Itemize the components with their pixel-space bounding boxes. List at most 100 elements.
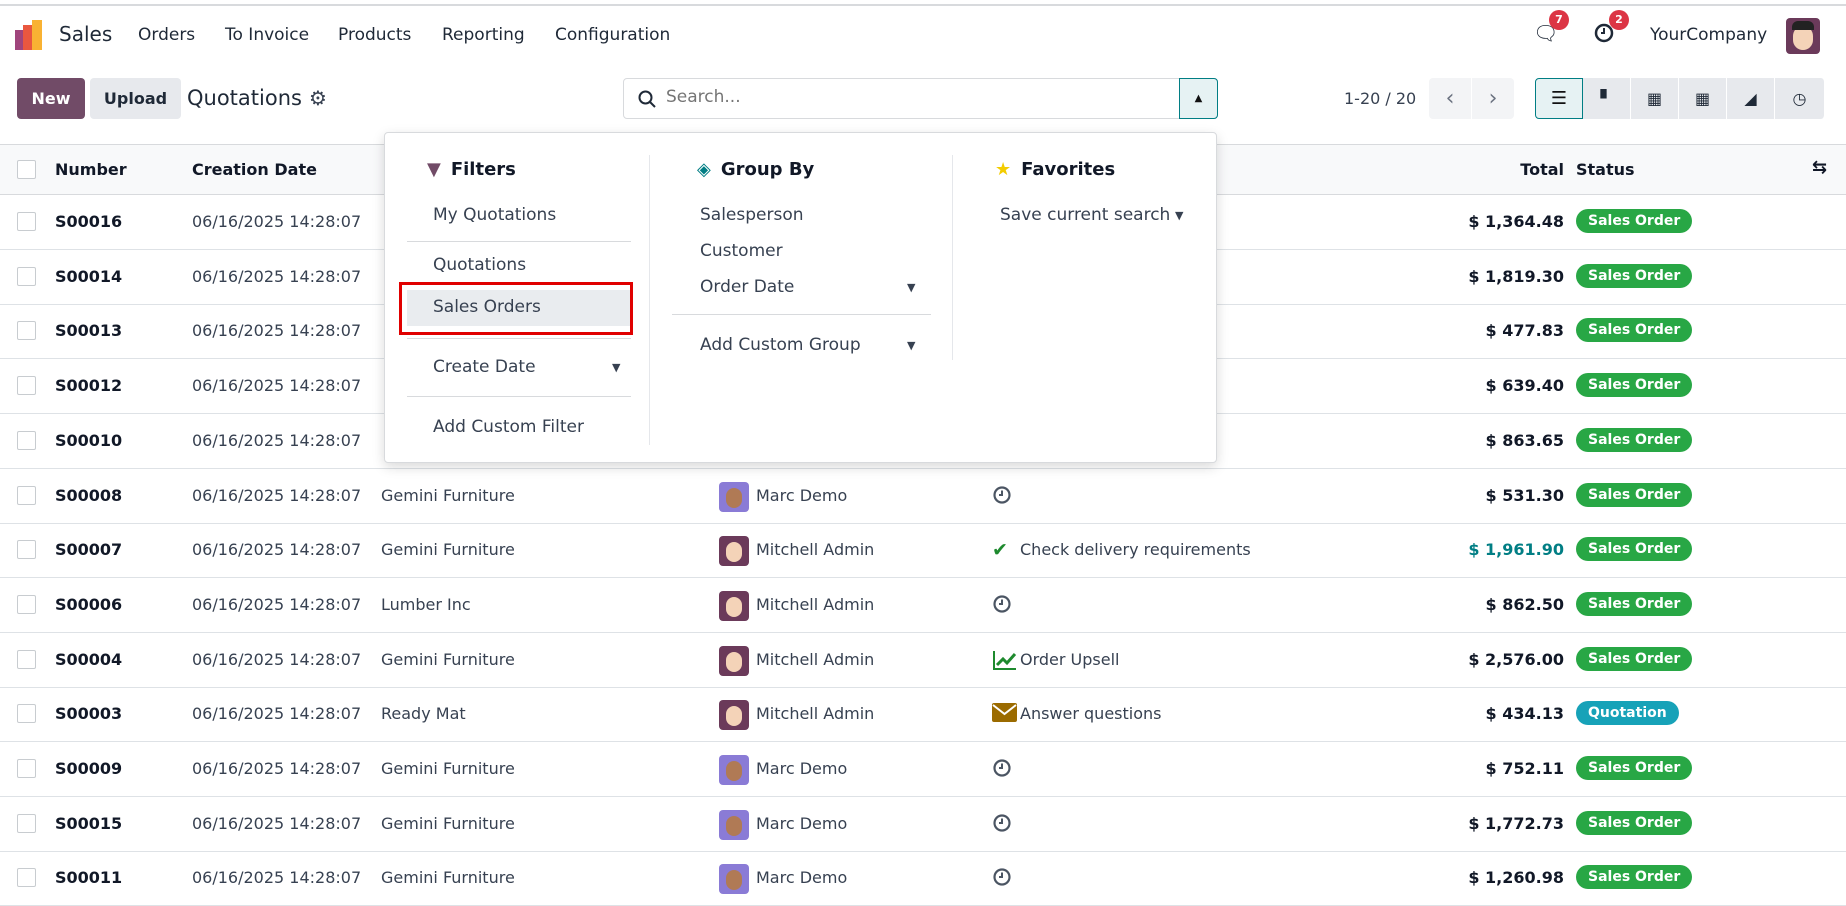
caret-down-icon: ▼	[612, 361, 621, 374]
sales-app-logo[interactable]	[15, 20, 45, 50]
activity-clock-icon[interactable]	[992, 594, 1012, 618]
activity-clock-icon[interactable]	[992, 813, 1012, 837]
creation-date: 06/16/2025 14:28:07	[192, 485, 362, 505]
row-checkbox[interactable]	[17, 704, 36, 724]
row-checkbox[interactable]	[17, 376, 36, 396]
status-badge: Sales Order	[1576, 646, 1693, 671]
row-checkbox[interactable]	[17, 321, 36, 341]
total: $ 2,576.00	[1468, 649, 1564, 669]
activity-check-icon[interactable]: ✔	[992, 539, 1008, 561]
total: $ 1,819.30	[1468, 266, 1564, 286]
filter-my-quotations[interactable]: My Quotations	[433, 205, 556, 225]
row-checkbox[interactable]	[17, 540, 36, 560]
creation-date: 06/16/2025 14:28:07	[192, 704, 362, 724]
company-switcher[interactable]: YourCompany	[1650, 25, 1767, 45]
activity-summary: Order Upsell	[1020, 649, 1120, 669]
search-panel-toggle[interactable]: ▲	[1179, 78, 1218, 119]
favorites-heading: ★ Favorites	[995, 159, 1116, 180]
optional-columns-icon[interactable]: ⇆	[1812, 157, 1827, 178]
view-graph[interactable]: ◢	[1727, 78, 1775, 119]
filter-add-custom[interactable]: Add Custom Filter	[433, 417, 584, 437]
new-button[interactable]: New	[17, 78, 85, 119]
view-list[interactable]: ☰	[1535, 78, 1583, 119]
user-avatar[interactable]	[1786, 18, 1820, 54]
filter-create-date[interactable]: Create Date	[433, 357, 536, 377]
table-row[interactable]: S00007 06/16/2025 14:28:07 Gemini Furnitur…	[0, 523, 1846, 579]
pager-next[interactable]: ›	[1472, 78, 1514, 119]
activities-button[interactable]: 2	[1593, 10, 1629, 50]
salesperson-avatar	[719, 809, 749, 840]
messages-badge: 7	[1549, 10, 1569, 30]
column-total[interactable]: Total	[1520, 160, 1564, 179]
status-badge: Sales Order	[1576, 263, 1693, 288]
caret-down-icon: ▼	[1175, 209, 1184, 222]
filter-sales-orders[interactable]: Sales Orders	[407, 290, 631, 326]
order-number: S00004	[55, 649, 123, 669]
menu-products[interactable]: Products	[338, 25, 411, 45]
app-name[interactable]: Sales	[59, 22, 112, 46]
view-activity[interactable]: ◷	[1775, 78, 1825, 119]
pager-previous[interactable]: ‹	[1429, 78, 1471, 119]
activity-chart-icon[interactable]	[992, 649, 1018, 675]
table-row[interactable]: S00006 06/16/2025 14:28:07 Lumber Inc Mitch…	[0, 578, 1846, 633]
salesperson: Marc Demo	[756, 485, 848, 505]
view-kanban[interactable]: ▘	[1583, 78, 1631, 119]
table-row[interactable]: S00015 06/16/2025 14:28:07 Gemini Furnitur…	[0, 797, 1846, 852]
activity-envelope-icon[interactable]	[992, 703, 1017, 726]
group-salesperson[interactable]: Salesperson	[700, 205, 804, 225]
group-order-date[interactable]: Order Date	[700, 277, 794, 297]
total: $ 863.65	[1485, 430, 1564, 450]
row-checkbox[interactable]	[17, 594, 36, 614]
row-checkbox[interactable]	[17, 266, 36, 286]
total: $ 639.40	[1485, 376, 1564, 396]
menu-orders[interactable]: Orders	[138, 25, 195, 45]
table-row[interactable]: S00004 06/16/2025 14:28:07 Gemini Furnitur…	[0, 633, 1846, 688]
select-all-checkbox[interactable]	[17, 160, 36, 179]
column-number[interactable]: Number	[55, 160, 127, 179]
column-creation-date[interactable]: Creation Date	[192, 160, 317, 179]
divider	[407, 338, 631, 339]
row-checkbox[interactable]	[17, 649, 36, 669]
customer: Gemini Furniture	[381, 649, 515, 669]
row-checkbox[interactable]	[17, 430, 36, 450]
divider	[672, 314, 931, 315]
pager-value[interactable]: 1-20 / 20	[1344, 89, 1416, 108]
filter-icon: ▼	[427, 159, 441, 180]
menu-configuration[interactable]: Configuration	[555, 25, 670, 45]
row-checkbox[interactable]	[17, 212, 36, 231]
salesperson-avatar	[719, 536, 749, 567]
divider	[407, 396, 631, 397]
status-badge: Quotation	[1576, 701, 1679, 726]
menu-to-invoice[interactable]: To Invoice	[225, 25, 309, 45]
gear-icon[interactable]: ⚙	[309, 86, 327, 110]
row-checkbox[interactable]	[17, 485, 36, 505]
row-checkbox[interactable]	[17, 759, 36, 778]
filter-quotations[interactable]: Quotations	[433, 255, 526, 275]
upload-button[interactable]: Upload	[90, 78, 181, 119]
table-row[interactable]: S00008 06/16/2025 14:28:07 Gemini Furnitur…	[0, 469, 1846, 524]
status-badge: Sales Order	[1576, 537, 1693, 562]
table-row[interactable]: S00011 06/16/2025 14:28:07 Gemini Furnitur…	[0, 851, 1846, 906]
activity-clock-icon[interactable]	[992, 867, 1012, 891]
group-add-custom[interactable]: Add Custom Group	[700, 335, 861, 355]
total: $ 1,364.48	[1468, 212, 1564, 231]
table-row[interactable]: S00009 06/16/2025 14:28:07 Gemini Furnitur…	[0, 742, 1846, 797]
customer: Gemini Furniture	[381, 485, 515, 505]
column-status[interactable]: Status	[1576, 160, 1635, 179]
view-calendar[interactable]: ▦	[1631, 78, 1679, 119]
save-current-search[interactable]: Save current search	[1000, 205, 1170, 225]
search-bar[interactable]: ▲	[623, 78, 1218, 119]
row-checkbox[interactable]	[17, 813, 36, 833]
messages-button[interactable]: 🗨 7	[1533, 10, 1569, 50]
group-by-heading: ◈ Group By	[697, 159, 815, 180]
total: $ 862.50	[1485, 594, 1564, 614]
activity-clock-icon[interactable]	[992, 485, 1012, 509]
group-customer[interactable]: Customer	[700, 241, 783, 261]
view-pivot[interactable]: ▦	[1679, 78, 1727, 119]
search-input[interactable]	[666, 87, 1166, 107]
row-checkbox[interactable]	[17, 868, 36, 888]
creation-date: 06/16/2025 14:28:07	[192, 649, 362, 669]
table-row[interactable]: S00003 06/16/2025 14:28:07 Ready Mat Mitche…	[0, 687, 1846, 743]
activity-clock-icon[interactable]	[992, 758, 1012, 782]
menu-reporting[interactable]: Reporting	[442, 25, 525, 45]
